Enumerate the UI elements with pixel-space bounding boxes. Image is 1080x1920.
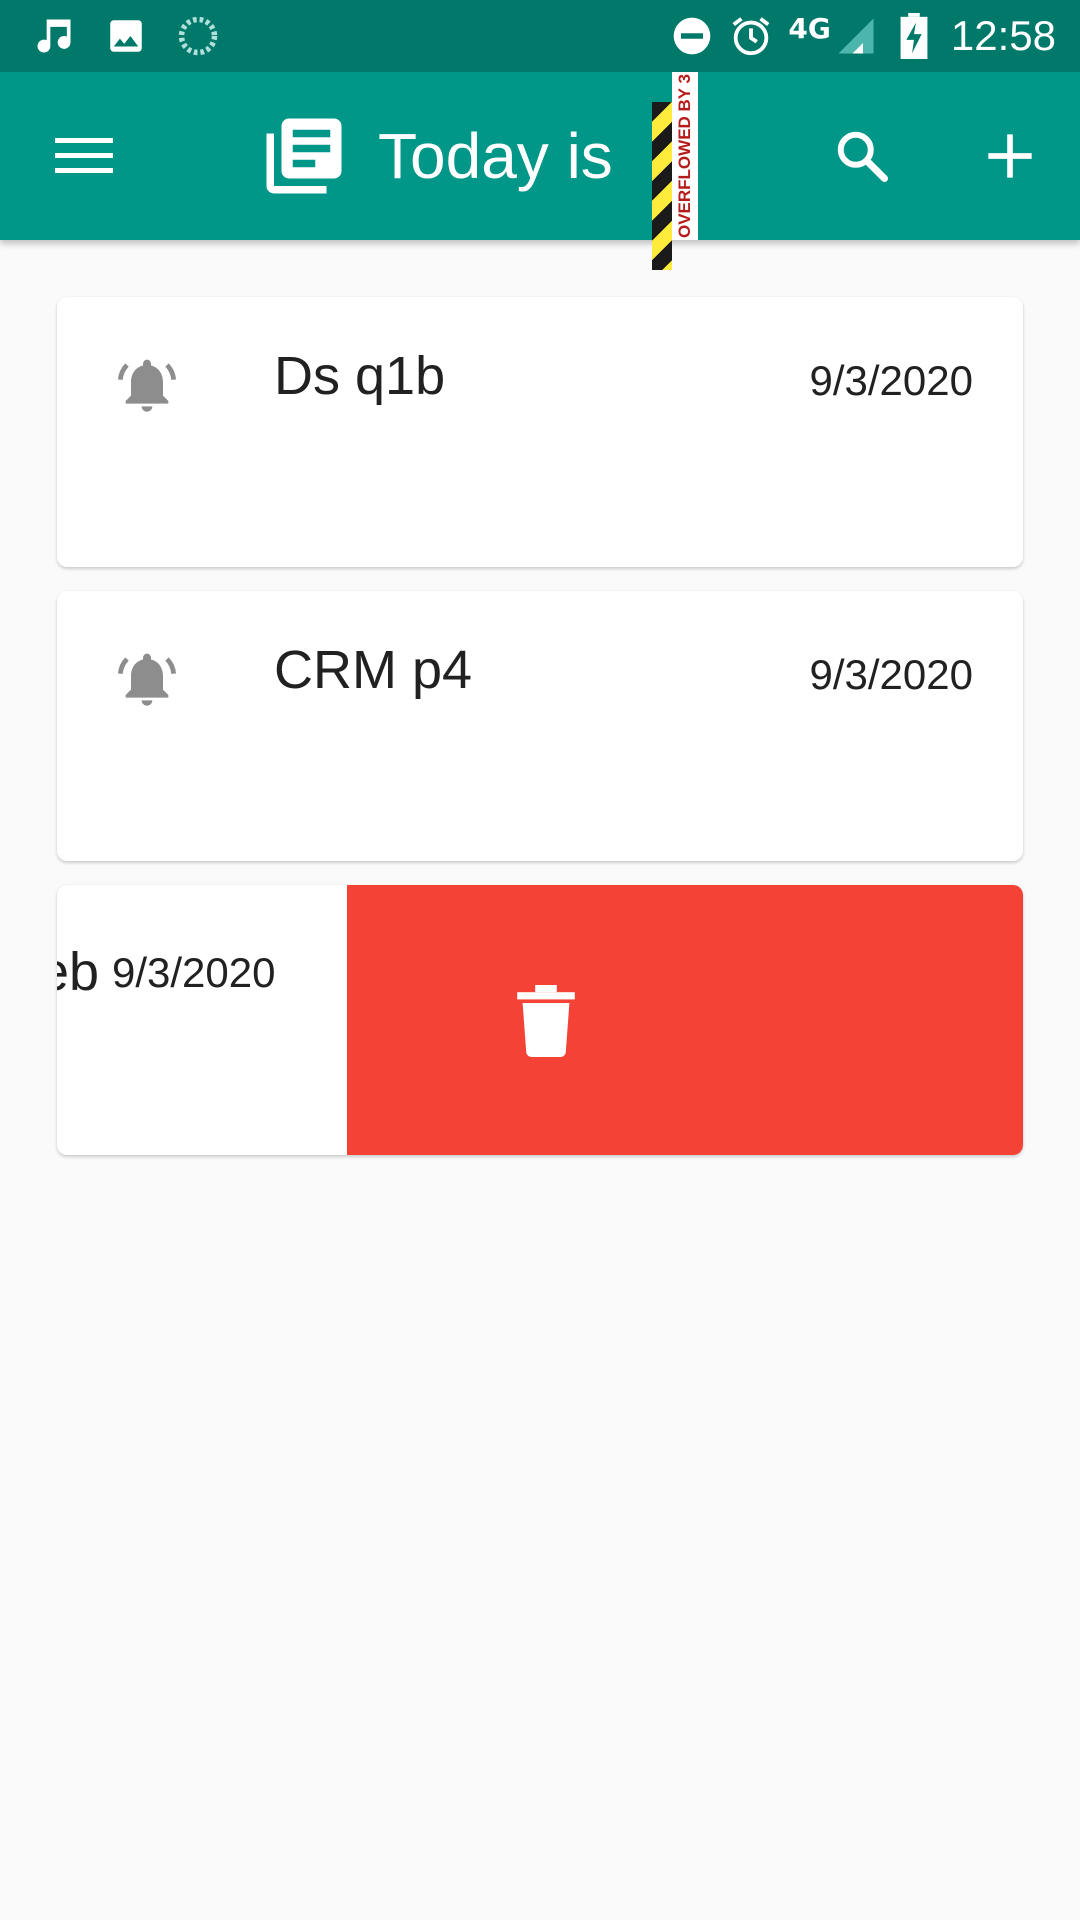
menu-button[interactable] [52, 124, 116, 188]
battery-charging-icon [899, 12, 929, 60]
network-type-label: 4G [788, 12, 831, 45]
plus-icon [988, 134, 1032, 178]
note-date: 9/3/2020 [809, 357, 974, 404]
swiped-note-title: web [57, 942, 100, 1002]
overflow-warning-label: OVERFLOWED BY 3 [672, 72, 698, 240]
status-right-icons: 4G 12:58 [656, 0, 1056, 72]
note-title: CRM p4 [274, 640, 473, 700]
note-card[interactable]: CRM p4 9/3/2020 [57, 591, 1023, 861]
note-title: Ds q1b [274, 346, 446, 406]
overflow-stripes [652, 102, 672, 270]
delete-icon [511, 981, 581, 1061]
network-type: 4G [788, 12, 830, 60]
status-clock: 12:58 [950, 12, 1056, 59]
notes-icon [258, 110, 350, 202]
app-bar: Today is OVERFLOWED BY 3 [0, 72, 1080, 270]
search-icon [837, 131, 888, 182]
image-icon [102, 12, 150, 60]
app-title-group: Today is [258, 108, 638, 204]
sync-spinner-icon [174, 12, 222, 60]
signal-icon [835, 12, 877, 60]
do-not-disturb-icon [670, 12, 714, 60]
note-date: 9/3/2020 [809, 651, 974, 698]
overflow-warning-text: OVERFLOWED BY 3 [675, 73, 695, 239]
status-left-icons [30, 12, 246, 60]
alarm-icon [728, 12, 774, 60]
add-note-button[interactable] [978, 124, 1042, 188]
swiped-note-date: 9/3/2020 [112, 949, 276, 996]
search-button[interactable] [830, 124, 894, 188]
bell-icon [109, 641, 185, 717]
delete-action-background[interactable] [347, 885, 1023, 1155]
status-bar: 4G 12:58 [0, 0, 1080, 72]
note-card[interactable]: Ds q1b 9/3/2020 [57, 297, 1023, 567]
bell-icon [109, 347, 185, 423]
swiped-note-card[interactable]: web 9/3/2020 [57, 885, 1023, 1155]
page-title: Today is [378, 120, 613, 192]
music-note-icon [30, 12, 78, 60]
overflow-warning-stripe: OVERFLOWED BY 3 [652, 72, 698, 270]
menu-icon [55, 138, 113, 173]
